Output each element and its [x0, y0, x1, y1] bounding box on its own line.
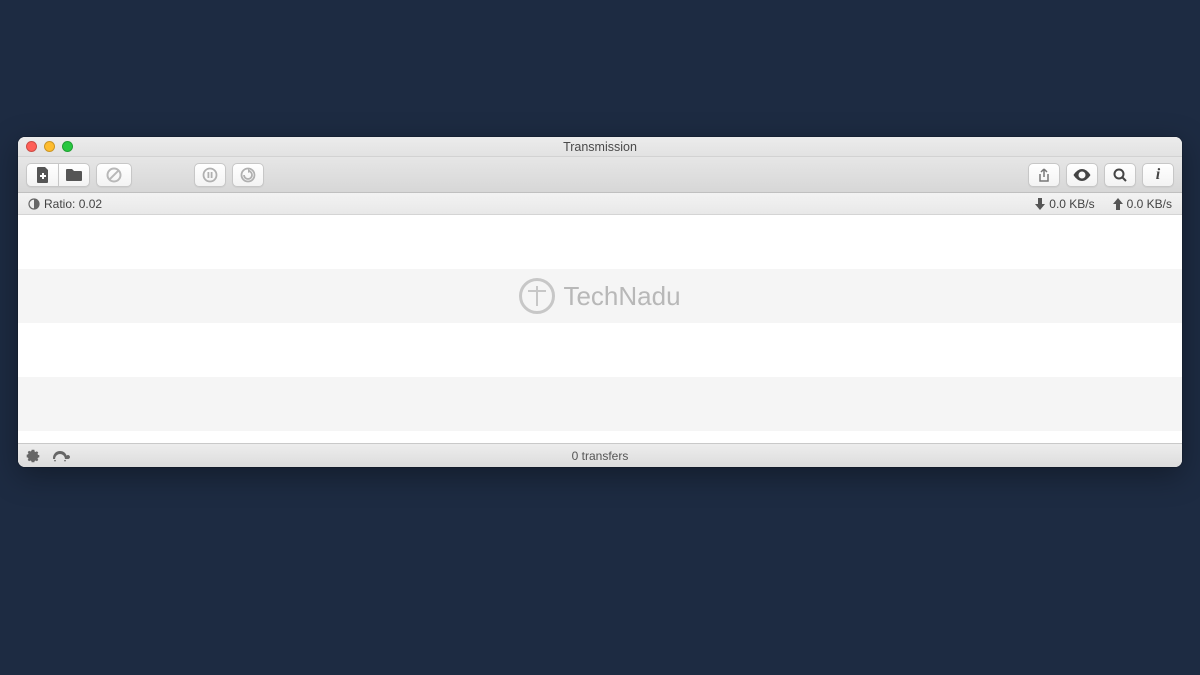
ratio-icon: [28, 198, 40, 210]
ratio-value: 0.02: [79, 197, 102, 211]
upload-speed: 0.0 KB/s: [1113, 197, 1172, 211]
minimize-window-button[interactable]: [44, 141, 55, 152]
list-row[interactable]: [18, 377, 1182, 431]
download-speed: 0.0 KB/s: [1035, 197, 1094, 211]
transfer-count: 0 transfers: [18, 449, 1182, 463]
resume-icon: [240, 167, 256, 183]
list-row[interactable]: [18, 215, 1182, 269]
titlebar: Transmission: [18, 137, 1182, 157]
close-window-button[interactable]: [26, 141, 37, 152]
search-button[interactable]: [1104, 163, 1136, 187]
file-add-icon: [36, 167, 50, 183]
no-entry-icon: [106, 167, 122, 183]
upload-speed-value: 0.0 KB/s: [1127, 197, 1172, 211]
upload-arrow-icon: [1113, 198, 1123, 210]
stats-bar: Ratio: 0.02 0.0 KB/s 0.0 KB/s: [18, 193, 1182, 215]
folder-icon: [65, 168, 83, 182]
app-window: Transmission i: [18, 137, 1182, 467]
download-speed-value: 0.0 KB/s: [1049, 197, 1094, 211]
share-icon: [1037, 167, 1051, 183]
info-button[interactable]: i: [1142, 163, 1174, 187]
list-row[interactable]: [18, 269, 1182, 323]
pause-torrent-button[interactable]: [194, 163, 226, 187]
window-title: Transmission: [18, 140, 1182, 154]
open-torrent-button[interactable]: [58, 163, 90, 187]
footer-bar: 0 transfers: [18, 443, 1182, 467]
toolbar: i: [18, 157, 1182, 193]
list-row[interactable]: [18, 431, 1182, 443]
toolbar-file-group: [26, 163, 90, 187]
share-button[interactable]: [1028, 163, 1060, 187]
list-row[interactable]: [18, 323, 1182, 377]
window-controls: [26, 141, 73, 152]
info-icon: i: [1156, 166, 1160, 184]
remove-torrent-button[interactable]: [96, 163, 132, 187]
create-torrent-button[interactable]: [26, 163, 58, 187]
ratio-label: Ratio:: [44, 197, 75, 211]
pause-icon: [202, 167, 218, 183]
resume-torrent-button[interactable]: [232, 163, 264, 187]
quicklook-button[interactable]: [1066, 163, 1098, 187]
download-arrow-icon: [1035, 198, 1045, 210]
transfer-list: TechNadu: [18, 215, 1182, 443]
zoom-window-button[interactable]: [62, 141, 73, 152]
search-icon: [1112, 167, 1128, 183]
eye-icon: [1072, 168, 1092, 182]
